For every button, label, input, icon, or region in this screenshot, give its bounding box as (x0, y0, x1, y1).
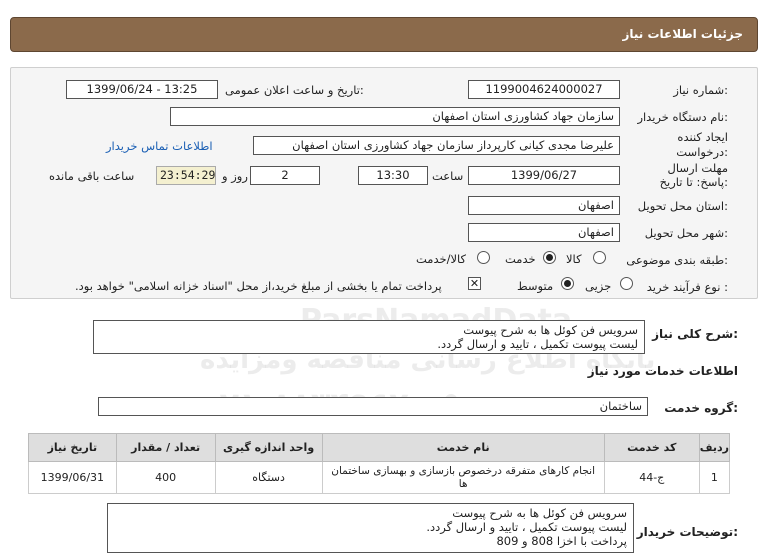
process-medium-radio[interactable] (561, 277, 574, 290)
services-section-title: اطلاعات خدمات مورد نیاز (587, 364, 738, 378)
province-label: استان محل تحویل: (637, 199, 728, 213)
page-header: جزئیات اطلاعات نیاز (10, 17, 758, 52)
category-goods-label: کالا (566, 252, 582, 266)
category-service-label: خدمت (505, 252, 536, 266)
creator-label: ایجاد کننده درخواست: (676, 130, 728, 159)
remaining-days-label: روز و (222, 169, 248, 183)
deadline-time-label: ساعت (432, 169, 464, 183)
cell-service-name: انجام کارهای متفرقه درخصوص بازسازی و بهس… (321, 461, 605, 494)
table-row: 1399/06/31 400 دستگاه انجام کارهای متفرق… (28, 461, 731, 494)
category-goods-service-radio[interactable] (477, 251, 490, 264)
deadline-time-field: 13:30 (358, 166, 428, 185)
col-service-code: کد خدمت (603, 433, 700, 462)
cell-service-code: ج-44 (603, 461, 700, 494)
remaining-time-label: ساعت باقی مانده (49, 169, 135, 183)
remaining-days-field: 2 (250, 166, 320, 185)
province-field: اصفهان (468, 196, 620, 215)
services-table: تاریخ نیاز تعداد / مقدار واحد اندازه گیر… (28, 433, 731, 494)
category-goods-service-label: کالا/خدمت (416, 252, 467, 266)
process-minor-radio[interactable] (620, 277, 633, 290)
announce-date-field: 1399/06/24 - 13:25 (66, 80, 218, 99)
need-number-field: 1199004624000027 (468, 80, 620, 99)
col-need-date: تاریخ نیاز (28, 433, 117, 462)
category-label: طبقه بندی موضوعی: (626, 253, 728, 267)
summary-label: شرح کلی نیاز: (652, 327, 738, 341)
category-service-radio[interactable] (543, 251, 556, 264)
summary-line-1: سرویس فن کوئل ها به شرح پیوست (463, 323, 638, 337)
buyer-notes-label: توضیحات خریدار: (636, 525, 738, 539)
buyer-notes-line-1: سرویس فن کوئل ها به شرح پیوست (452, 506, 627, 520)
cell-row-number: 1 (698, 461, 731, 494)
deadline-label: مهلت ارسال پاسخ: تا تاریخ: (659, 161, 728, 189)
col-row-number: ردیف (698, 433, 731, 462)
process-minor-label: جزیی (585, 279, 612, 293)
city-label: شهر محل تحویل: (644, 226, 728, 240)
buyer-notes-box: سرویس فن کوئل ها به شرح پیوست لیست پیوست… (107, 503, 634, 553)
remaining-time-counter: 23:54:29 (156, 166, 216, 185)
summary-text-box: سرویس فن کوئل ها به شرح پیوست لیست پیوست… (93, 320, 645, 354)
col-quantity: تعداد / مقدار (115, 433, 216, 462)
cell-need-date: 1399/06/31 (28, 461, 117, 494)
buyer-notes-line-3: پرداخت با اخزا 808 و 809 (496, 534, 627, 548)
service-group-label: گروه خدمت: (664, 401, 738, 415)
cell-quantity: 400 (115, 461, 216, 494)
treasury-payment-checkbox[interactable]: ✕ (468, 277, 481, 290)
process-type-label: نوع فرآیند خرید : (646, 280, 728, 294)
need-number-label: شماره نیاز: (673, 83, 728, 97)
buyer-label: نام دستگاه خریدار: (637, 110, 728, 124)
process-medium-label: متوسط (517, 279, 554, 293)
city-field: اصفهان (468, 223, 620, 242)
table-header-row: تاریخ نیاز تعداد / مقدار واحد اندازه گیر… (28, 433, 731, 462)
deadline-date-field: 1399/06/27 (468, 166, 620, 185)
announce-date-label: تاریخ و ساعت اعلان عمومی: (225, 83, 364, 97)
service-group-field: ساختمان (98, 397, 648, 416)
col-service-name: نام خدمت (321, 433, 605, 462)
category-goods-radio[interactable] (593, 251, 606, 264)
buyer-notes-line-2: لیست پیوست تکمیل ، تایید و ارسال گردد. (426, 520, 627, 534)
col-unit: واحد اندازه گیری (214, 433, 323, 462)
creator-field: علیرضا مجدی کیانی کارپرداز سازمان جهاد ک… (253, 136, 620, 155)
cell-unit: دستگاه (214, 461, 323, 494)
page-title: جزئیات اطلاعات نیاز (622, 27, 743, 41)
summary-line-2: لیست پیوست تکمیل ، تایید و ارسال گردد. (437, 337, 638, 351)
buyer-contact-link[interactable]: اطلاعات تماس خریدار (106, 139, 213, 153)
buyer-field: سازمان جهاد کشاورزی استان اصفهان (170, 107, 620, 126)
treasury-payment-note: پرداخت تمام یا بخشی از مبلغ خرید،از محل … (75, 279, 442, 293)
